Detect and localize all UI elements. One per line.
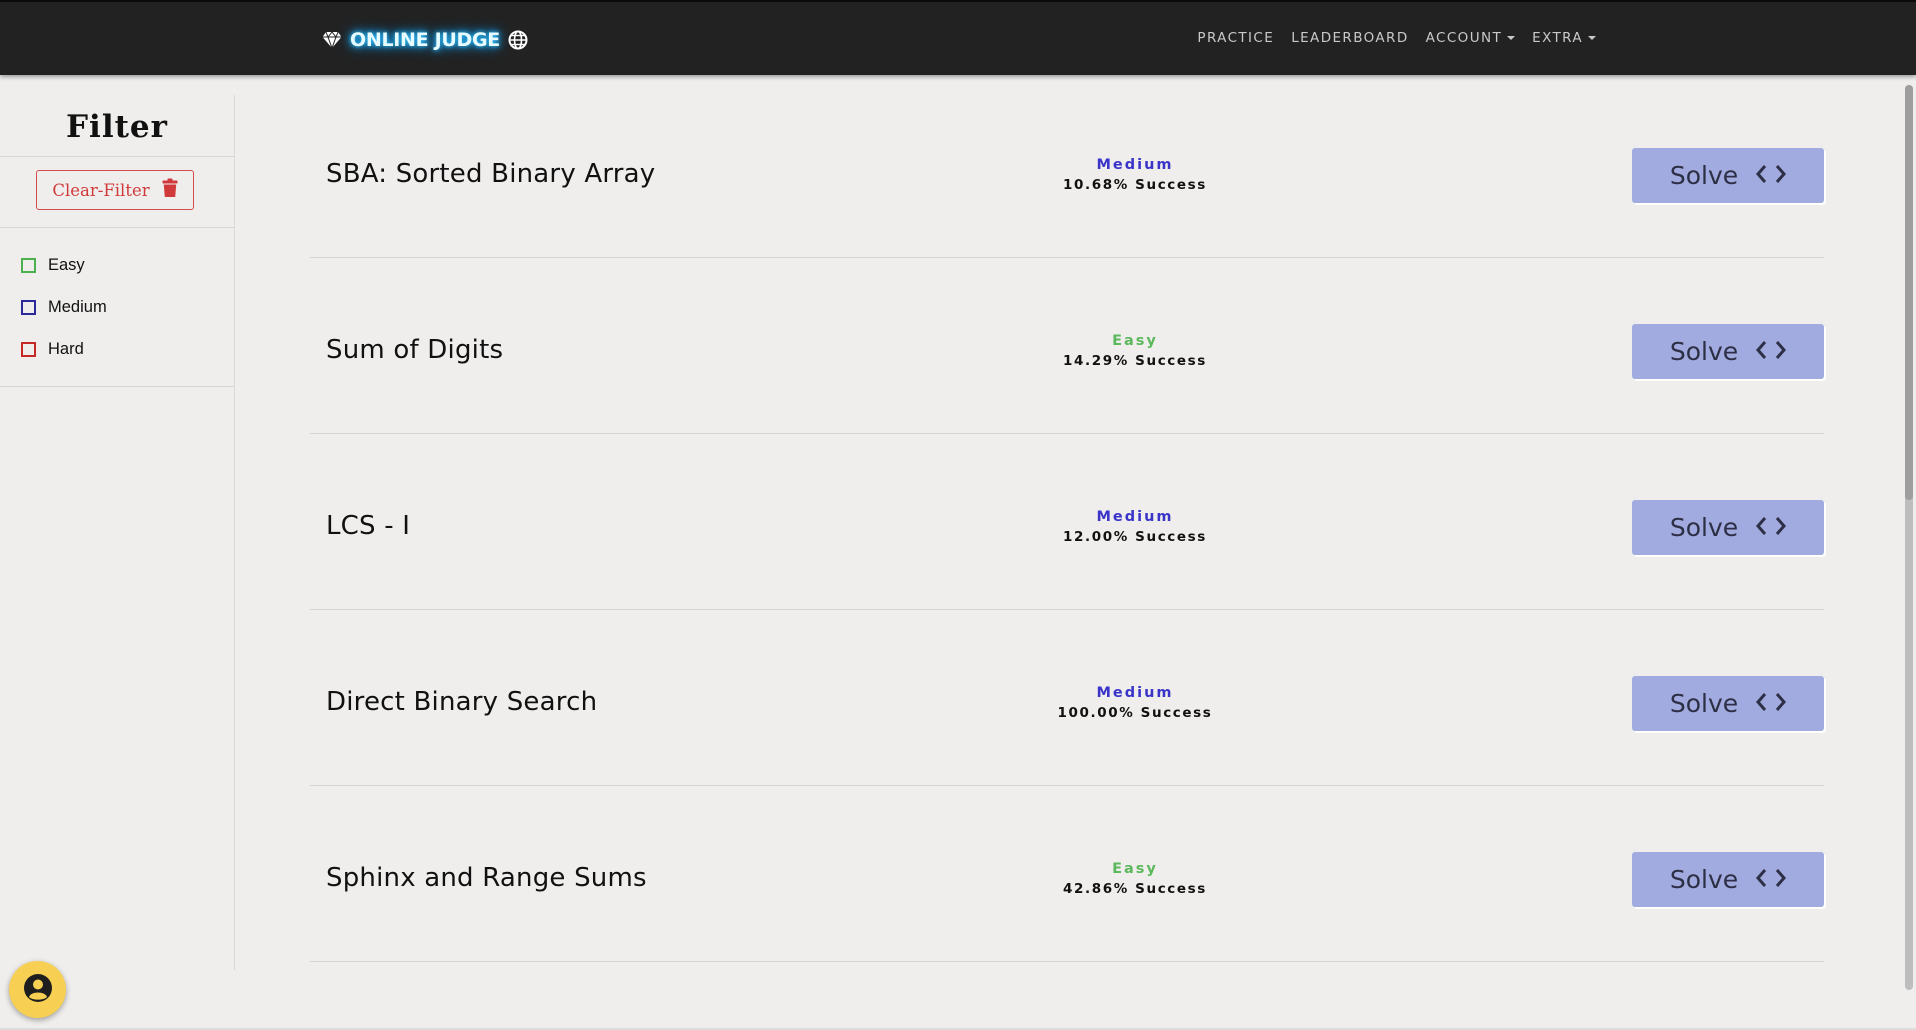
code-icon xyxy=(1756,516,1787,540)
filter-medium[interactable]: Medium xyxy=(21,298,107,317)
clear-filter-button[interactable]: Clear-Filter xyxy=(36,170,194,210)
caret-down-icon xyxy=(1507,36,1516,40)
nav-extra-dropdown[interactable]: EXTRA xyxy=(1532,30,1596,46)
navbar: ONLINE JUDGE PRACTICE LEADERBOARD ACCOUN… xyxy=(0,0,1916,75)
solve-button[interactable]: Solve xyxy=(1632,324,1824,379)
solve-button[interactable]: Solve xyxy=(1632,500,1824,555)
nav-links: PRACTICE LEADERBOARD ACCOUNT EXTRA xyxy=(1197,30,1596,46)
filter-hard-label: Hard xyxy=(48,340,84,358)
code-icon xyxy=(1756,692,1787,716)
problem-row: SBA: Sorted Binary Array Medium 10.68% S… xyxy=(310,82,1824,258)
filter-title: Filter xyxy=(66,109,168,145)
problem-stats: Medium 10.68% Success xyxy=(1063,156,1207,194)
success-rate: 12.00% Success xyxy=(1063,528,1207,545)
scrollbar-thumb[interactable] xyxy=(1905,85,1913,500)
nav-extra-label: EXTRA xyxy=(1532,30,1583,46)
hard-checkbox[interactable] xyxy=(21,342,36,357)
problem-stats: Medium 12.00% Success xyxy=(1063,508,1207,546)
nav-practice[interactable]: PRACTICE xyxy=(1197,30,1274,46)
page-scrollbar[interactable] xyxy=(1902,75,1916,1030)
divider xyxy=(0,227,234,228)
filter-sidebar: Filter Clear-Filter Easy Medium Hard xyxy=(0,95,235,970)
success-rate: 10.68% Success xyxy=(1063,176,1207,193)
problem-row: LCS - I Medium 12.00% Success Solve xyxy=(310,434,1824,610)
brand-logo[interactable]: ONLINE JUDGE xyxy=(322,26,528,54)
solve-label: Solve xyxy=(1669,337,1739,366)
caret-down-icon xyxy=(1588,36,1596,40)
problem-stats: Easy 14.29% Success xyxy=(1063,332,1207,370)
trash-icon xyxy=(162,178,178,202)
gem-icon xyxy=(322,31,342,49)
problem-stats: Medium 100.00% Success xyxy=(1058,684,1213,722)
filter-hard[interactable]: Hard xyxy=(21,340,84,359)
problem-name[interactable]: SBA: Sorted Binary Array xyxy=(326,159,655,189)
nav-account-label: ACCOUNT xyxy=(1425,30,1503,46)
difficulty-label: Medium xyxy=(1096,685,1174,702)
medium-checkbox[interactable] xyxy=(21,300,36,315)
code-icon xyxy=(1756,868,1787,892)
divider xyxy=(0,156,234,157)
difficulty-label: Medium xyxy=(1096,157,1174,174)
difficulty-label: Easy xyxy=(1112,333,1158,350)
brand-name: ONLINE JUDGE xyxy=(350,29,500,51)
success-rate: 100.00% Success xyxy=(1057,704,1213,721)
nav-account-dropdown[interactable]: ACCOUNT xyxy=(1426,30,1516,46)
problem-name[interactable]: Sphinx and Range Sums xyxy=(326,863,647,893)
nav-leaderboard-label: LEADERBOARD xyxy=(1291,30,1409,46)
divider xyxy=(0,386,234,387)
difficulty-label: Medium xyxy=(1096,509,1174,526)
solve-label: Solve xyxy=(1669,865,1739,894)
code-icon xyxy=(1756,340,1787,364)
difficulty-label: Easy xyxy=(1112,861,1158,878)
solve-label: Solve xyxy=(1669,513,1739,542)
nav-practice-label: PRACTICE xyxy=(1197,30,1275,46)
code-icon xyxy=(1756,164,1787,188)
user-circle-icon xyxy=(23,973,53,1007)
solve-button[interactable]: Solve xyxy=(1632,852,1824,907)
problem-name[interactable]: Direct Binary Search xyxy=(326,687,597,717)
user-avatar-button[interactable] xyxy=(9,961,66,1018)
solve-button[interactable]: Solve xyxy=(1632,676,1824,731)
success-rate: 14.29% Success xyxy=(1063,352,1207,369)
problem-name[interactable]: LCS - I xyxy=(326,511,410,541)
problem-stats: Easy 42.86% Success xyxy=(1063,860,1207,898)
filter-easy-label: Easy xyxy=(48,256,85,274)
nav-leaderboard[interactable]: LEADERBOARD xyxy=(1291,30,1408,46)
solve-button[interactable]: Solve xyxy=(1632,148,1824,203)
success-rate: 42.86% Success xyxy=(1063,880,1207,897)
solve-label: Solve xyxy=(1669,689,1739,718)
solve-label: Solve xyxy=(1669,161,1739,190)
problem-list: SBA: Sorted Binary Array Medium 10.68% S… xyxy=(310,82,1824,962)
globe-icon xyxy=(508,30,528,50)
problem-name[interactable]: Sum of Digits xyxy=(326,335,503,365)
clear-filter-label: Clear-Filter xyxy=(52,180,150,200)
easy-checkbox[interactable] xyxy=(21,258,36,273)
filter-easy[interactable]: Easy xyxy=(21,256,85,275)
problem-row: Sum of Digits Easy 14.29% Success Solve xyxy=(310,258,1824,434)
filter-medium-label: Medium xyxy=(48,298,107,316)
problem-row: Direct Binary Search Medium 100.00% Succ… xyxy=(310,610,1824,786)
problem-row: Sphinx and Range Sums Easy 42.86% Succes… xyxy=(310,786,1824,962)
